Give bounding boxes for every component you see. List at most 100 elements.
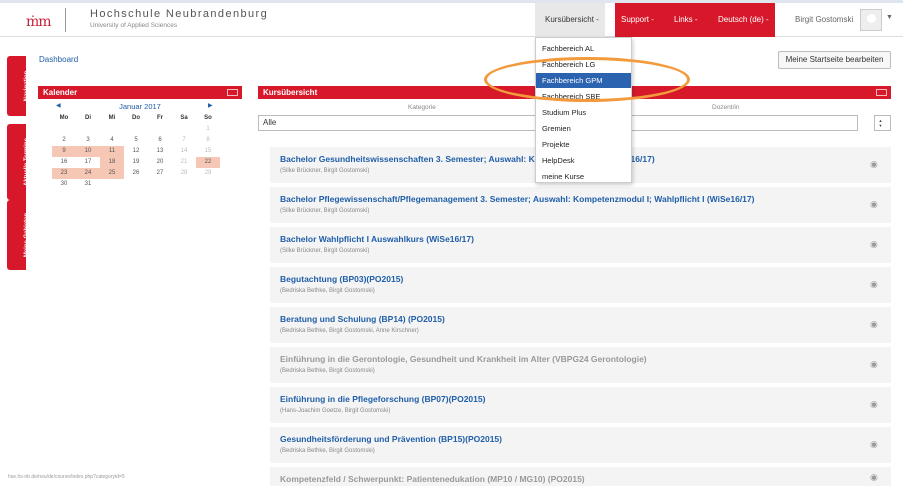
course-item[interactable]: Einführung in die Gerontologie, Gesundhe… (267, 347, 891, 383)
calendar-day[interactable]: 5 (124, 135, 148, 146)
calendar-day[interactable]: 4 (100, 135, 124, 146)
calendar-day[interactable]: 29 (196, 168, 220, 179)
dropdown-item[interactable]: HelpDesk (536, 153, 631, 168)
calendar-day[interactable]: 28 (172, 168, 196, 179)
course-title[interactable]: Bachelor Wahlpflicht I Auswahlkurs (WiSe… (280, 234, 474, 244)
logo[interactable]: ṁm (26, 14, 54, 32)
course-title[interactable]: Gesundheitsförderung und Prävention (BP1… (280, 434, 502, 444)
nav-support[interactable]: Support - (615, 3, 662, 37)
calendar-dow: Mo (59, 115, 69, 121)
dropdown-item[interactable]: Projekte (536, 137, 631, 152)
eye-icon[interactable]: ◉ (870, 439, 878, 450)
calendar-day (100, 124, 124, 135)
calendar-day[interactable]: 12 (124, 146, 148, 157)
side-tab-gebieten[interactable]: Meine Gebieten (7, 200, 30, 270)
side-tab-navigation[interactable]: Navigation (7, 56, 30, 116)
calendar-day[interactable]: 21 (172, 157, 196, 168)
calendar-day[interactable]: 19 (124, 157, 148, 168)
course-item[interactable]: Bachelor Wahlpflicht I Auswahlkurs (WiSe… (267, 227, 891, 263)
calendar-day[interactable]: 17 (76, 157, 100, 168)
calendar-day[interactable]: 8 (196, 135, 220, 146)
dock-icon[interactable] (227, 89, 238, 96)
calendar-block: Kalender ◀ Januar 2017 ▶ Mo Di Mi Do Fr … (38, 86, 242, 216)
eye-icon[interactable]: ◉ (870, 359, 878, 370)
calendar-day[interactable]: 22 (196, 157, 220, 168)
course-item[interactable]: Kompetenzfeld / Schwerpunkt: Patientened… (267, 467, 891, 486)
nav-links[interactable]: Links - (662, 3, 709, 37)
calendar-header: Kalender (38, 86, 242, 99)
course-teachers: (Silke Brückner, Birgit Gostomski) (280, 168, 370, 174)
course-item[interactable]: Gesundheitsförderung und Prävention (BP1… (267, 427, 891, 463)
course-title[interactable]: Beratung und Schulung (BP14) (PO2015) (280, 314, 445, 324)
course-title[interactable]: Kompetenzfeld / Schwerpunkt: Patientened… (280, 474, 585, 484)
calendar-dow: Di (85, 115, 91, 121)
course-teachers: (Bedriska Bethke, Birgit Gostomski) (280, 368, 375, 374)
course-teachers: (Bedriska Bethke, Birgit Gostomski) (280, 448, 375, 454)
side-tab-termine[interactable]: Aktuelle Termine (7, 124, 30, 200)
side-tab-label: Aktuelle Termine (24, 138, 30, 186)
avatar[interactable] (860, 9, 882, 31)
calendar-dow: Mi (108, 115, 116, 121)
calendar-day[interactable]: 2 (52, 135, 76, 146)
logo-divider (65, 8, 66, 32)
calendar-day[interactable]: 30 (52, 179, 76, 190)
dropdown-item[interactable]: meine Kurse (536, 169, 631, 184)
course-item[interactable]: Bachelor Pflegewissenschaft/Pflegemanage… (267, 187, 891, 223)
course-title[interactable]: Einführung in die Pflegeforschung (BP07)… (280, 394, 485, 404)
eye-icon[interactable]: ◉ (870, 319, 878, 330)
course-item[interactable]: Begutachtung (BP03)(PO2015) (Bedriska Be… (267, 267, 891, 303)
dropdown-item[interactable]: Gremien (536, 121, 631, 136)
calendar-day[interactable]: 24 (76, 168, 100, 179)
calendar-day[interactable]: 14 (172, 146, 196, 157)
select-spinner[interactable] (874, 115, 891, 131)
calendar-day[interactable]: 20 (148, 157, 172, 168)
calendar-day (52, 124, 76, 135)
calendar-day[interactable]: 31 (76, 179, 100, 190)
calendar-day[interactable]: 1 (196, 124, 220, 135)
calendar-dow: Fr (157, 115, 163, 121)
course-teachers: (Silke Brückner, Birgit Gostomski) (280, 248, 370, 254)
nav-language[interactable]: Deutsch (de) - (709, 3, 775, 37)
eye-icon[interactable]: ◉ (870, 159, 878, 170)
dock-icon[interactable] (876, 89, 887, 96)
dropdown-item[interactable]: Studium Plus (536, 105, 631, 120)
calendar-dow: Do (132, 115, 140, 121)
course-title[interactable]: Bachelor Pflegewissenschaft/Pflegemanage… (280, 194, 754, 204)
eye-icon[interactable]: ◉ (870, 472, 878, 483)
calendar-day[interactable]: 23 (52, 168, 76, 179)
course-title[interactable]: Begutachtung (BP03)(PO2015) (280, 274, 403, 284)
calendar-day[interactable]: 15 (196, 146, 220, 157)
calendar-day[interactable]: 13 (148, 146, 172, 157)
calendar-day[interactable]: 25 (100, 168, 124, 179)
course-title[interactable]: Einführung in die Gerontologie, Gesundhe… (280, 354, 647, 364)
calendar-day[interactable]: 10 (76, 146, 100, 157)
calendar-day[interactable]: 6 (148, 135, 172, 146)
top-navbar: ṁm Hochschule Neubrandenburg University … (0, 0, 903, 37)
calendar-day[interactable]: 16 (52, 157, 76, 168)
dropdown-item[interactable]: Fachbereich AL (536, 41, 631, 56)
chevron-down-icon[interactable]: ▼ (886, 14, 893, 21)
calendar-day[interactable]: 9 (52, 146, 76, 157)
eye-icon[interactable]: ◉ (870, 399, 878, 410)
eye-icon[interactable]: ◉ (870, 279, 878, 290)
site-subtitle: University of Applied Sciences (90, 22, 178, 29)
breadcrumb[interactable]: Dashboard (39, 55, 78, 64)
nav-kursuebersicht[interactable]: Kursübersicht - (535, 3, 605, 37)
course-item[interactable]: Beratung und Schulung (BP14) (PO2015) (B… (267, 307, 891, 343)
edit-home-button[interactable]: Meine Startseite bearbeiten (778, 51, 891, 69)
user-name[interactable]: Birgit Gostomski (795, 3, 853, 37)
calendar-day (172, 124, 196, 135)
calendar-dow: So (204, 115, 212, 121)
eye-icon[interactable]: ◉ (870, 199, 878, 210)
calendar-day (124, 124, 148, 135)
course-item[interactable]: Einführung in die Pflegeforschung (BP07)… (267, 387, 891, 423)
calendar-day[interactable]: 3 (76, 135, 100, 146)
calendar-day[interactable]: 27 (148, 168, 172, 179)
calendar-day[interactable]: 26 (124, 168, 148, 179)
calendar-day[interactable]: 18 (100, 157, 124, 168)
eye-icon[interactable]: ◉ (870, 239, 878, 250)
side-tab-label: Meine Gebieten (24, 212, 30, 258)
calendar-day[interactable]: 7 (172, 135, 196, 146)
next-month-icon[interactable]: ▶ (208, 102, 213, 109)
calendar-day[interactable]: 11 (100, 146, 124, 157)
